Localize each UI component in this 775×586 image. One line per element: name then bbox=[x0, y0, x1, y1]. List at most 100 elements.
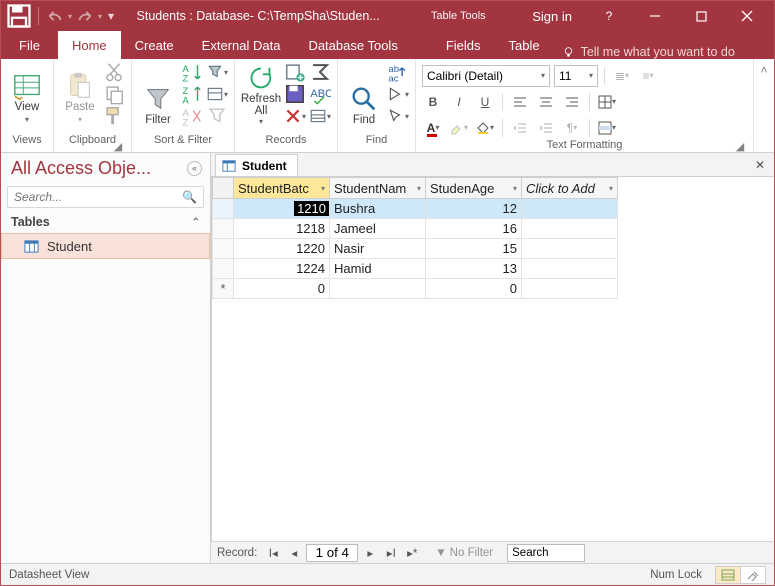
tab-create[interactable]: Create bbox=[121, 31, 188, 59]
cell-name[interactable]: Jameel bbox=[330, 219, 426, 239]
recnav-new-icon[interactable]: ▸* bbox=[403, 544, 421, 562]
recnav-first-icon[interactable]: I◂ bbox=[264, 544, 282, 562]
cell-name[interactable] bbox=[330, 279, 426, 299]
align-right-icon[interactable] bbox=[561, 91, 583, 113]
row-selector-new[interactable]: * bbox=[212, 279, 234, 299]
undo-icon[interactable]: ▾ bbox=[44, 3, 72, 29]
bullets-icon[interactable]: ≣▾ bbox=[611, 65, 633, 87]
row-selector[interactable] bbox=[212, 199, 234, 219]
totals-icon[interactable] bbox=[309, 62, 331, 82]
table-row[interactable]: 1210Bushra12 bbox=[212, 199, 774, 219]
table-row[interactable]: 1220Nasir15 bbox=[212, 239, 774, 259]
cell-batch[interactable]: 1218 bbox=[234, 219, 330, 239]
align-left-icon[interactable] bbox=[509, 91, 531, 113]
highlight-icon[interactable]: ▾ bbox=[448, 117, 470, 139]
find-button[interactable]: Find bbox=[344, 62, 384, 128]
nav-search-box[interactable]: 🔍 bbox=[7, 186, 204, 208]
doc-tab-close-icon[interactable]: ✕ bbox=[752, 157, 768, 173]
col-header-age[interactable]: StudenAge▾ bbox=[426, 177, 522, 199]
sort-asc-icon[interactable]: AZ bbox=[181, 62, 203, 82]
tab-database-tools[interactable]: Database Tools bbox=[294, 31, 411, 59]
cell-empty[interactable] bbox=[522, 279, 618, 299]
clipboard-dialog-launcher-icon[interactable]: ◢ bbox=[113, 140, 123, 150]
more-records-icon[interactable]: ▾ bbox=[309, 106, 331, 126]
cell-empty[interactable] bbox=[522, 199, 618, 219]
table-row[interactable]: 1218Jameel16 bbox=[212, 219, 774, 239]
cell-age[interactable]: 12 bbox=[426, 199, 522, 219]
font-name-combo[interactable]: Calibri (Detail)▾ bbox=[422, 65, 550, 87]
recnav-next-icon[interactable]: ▸ bbox=[361, 544, 379, 562]
viewbtn-design-icon[interactable] bbox=[740, 566, 766, 584]
save-icon[interactable] bbox=[5, 3, 33, 29]
paste-button[interactable]: Paste▾ bbox=[60, 62, 100, 128]
recnav-position[interactable] bbox=[306, 544, 358, 562]
close-icon[interactable] bbox=[724, 1, 770, 31]
cell-empty[interactable] bbox=[522, 219, 618, 239]
advanced-filter-icon[interactable]: ▾ bbox=[206, 84, 228, 104]
numbering-icon[interactable]: ≡▾ bbox=[637, 65, 659, 87]
col-header-add[interactable]: Click to Add▾ bbox=[522, 177, 618, 199]
alt-row-color-icon[interactable]: ▾ bbox=[596, 117, 618, 139]
qat-customize-icon[interactable]: ▾ bbox=[104, 3, 118, 29]
collapse-ribbon-icon[interactable]: ˄ bbox=[760, 63, 767, 77]
cell-age[interactable]: 16 bbox=[426, 219, 522, 239]
save-record-icon[interactable] bbox=[284, 84, 306, 104]
row-selector[interactable] bbox=[212, 219, 234, 239]
format-painter-icon[interactable] bbox=[103, 106, 125, 126]
section-collapse-icon[interactable]: ⌃ bbox=[192, 217, 200, 228]
tab-external-data[interactable]: External Data bbox=[188, 31, 295, 59]
select-icon[interactable]: ▾ bbox=[387, 106, 409, 126]
delete-record-icon[interactable]: ▾ bbox=[284, 106, 306, 126]
col-header-name[interactable]: StudentNam▾ bbox=[330, 177, 426, 199]
maximize-icon[interactable] bbox=[678, 1, 724, 31]
nav-pane-header[interactable]: All Access Obje... « bbox=[1, 153, 210, 183]
cell-empty[interactable] bbox=[522, 259, 618, 279]
gridlines-icon[interactable]: ▾ bbox=[596, 91, 618, 113]
nav-item-student[interactable]: Student bbox=[1, 233, 210, 259]
cell-name[interactable]: Bushra bbox=[330, 199, 426, 219]
nav-header-caret-icon[interactable]: « bbox=[187, 161, 202, 176]
recnav-prev-icon[interactable]: ◂ bbox=[285, 544, 303, 562]
view-button[interactable]: View▾ bbox=[7, 62, 47, 128]
cell-age[interactable]: 13 bbox=[426, 259, 522, 279]
selection-filter-icon[interactable]: ▾ bbox=[206, 62, 228, 82]
tab-table[interactable]: Table bbox=[495, 31, 554, 59]
fill-color-icon[interactable]: ▾ bbox=[474, 117, 496, 139]
nav-section-tables[interactable]: Tables ⌃ bbox=[1, 211, 210, 233]
help-icon[interactable]: ? bbox=[586, 1, 632, 31]
viewbtn-datasheet-icon[interactable] bbox=[715, 566, 741, 584]
spelling-icon[interactable]: ABC bbox=[309, 84, 331, 104]
tell-me-search[interactable]: Tell me what you want to do bbox=[554, 45, 735, 59]
tab-file[interactable]: File bbox=[1, 31, 58, 59]
remove-sort-icon[interactable]: AZ bbox=[181, 106, 203, 126]
row-selector[interactable] bbox=[212, 239, 234, 259]
table-row[interactable]: 1224Hamid13 bbox=[212, 259, 774, 279]
select-all-cell[interactable] bbox=[212, 177, 234, 199]
filter-button[interactable]: Filter bbox=[138, 62, 178, 128]
font-color-icon[interactable]: A▾ bbox=[422, 117, 444, 139]
sign-in-link[interactable]: Sign in bbox=[518, 9, 586, 24]
cell-name[interactable]: Hamid bbox=[330, 259, 426, 279]
search-icon[interactable]: 🔍 bbox=[182, 190, 197, 204]
sort-desc-icon[interactable]: ZA bbox=[181, 84, 203, 104]
text-dialog-launcher-icon[interactable]: ◢ bbox=[735, 140, 745, 150]
cell-batch[interactable]: 1224 bbox=[234, 259, 330, 279]
copy-icon[interactable] bbox=[103, 84, 125, 104]
tab-home[interactable]: Home bbox=[58, 31, 121, 59]
redo-icon[interactable]: ▾ bbox=[74, 3, 102, 29]
underline-icon[interactable]: U bbox=[474, 91, 496, 113]
cell-age[interactable]: 0 bbox=[426, 279, 522, 299]
refresh-all-button[interactable]: Refresh All▾ bbox=[241, 62, 281, 128]
filter-indicator-icon[interactable]: ▼ bbox=[435, 547, 446, 559]
align-center-icon[interactable] bbox=[535, 91, 557, 113]
minimize-icon[interactable] bbox=[632, 1, 678, 31]
replace-icon[interactable]: abac bbox=[387, 62, 409, 82]
cell-batch[interactable]: 0 bbox=[234, 279, 330, 299]
toggle-filter-icon[interactable] bbox=[206, 106, 228, 126]
cell-batch[interactable]: 1220 bbox=[234, 239, 330, 259]
recnav-search-input[interactable] bbox=[507, 544, 585, 562]
goto-icon[interactable]: ▾ bbox=[387, 84, 409, 104]
new-row[interactable]: *00 bbox=[212, 279, 774, 299]
doc-tab-student[interactable]: Student bbox=[215, 154, 298, 176]
text-direction-icon[interactable]: ¶▾ bbox=[561, 117, 583, 139]
